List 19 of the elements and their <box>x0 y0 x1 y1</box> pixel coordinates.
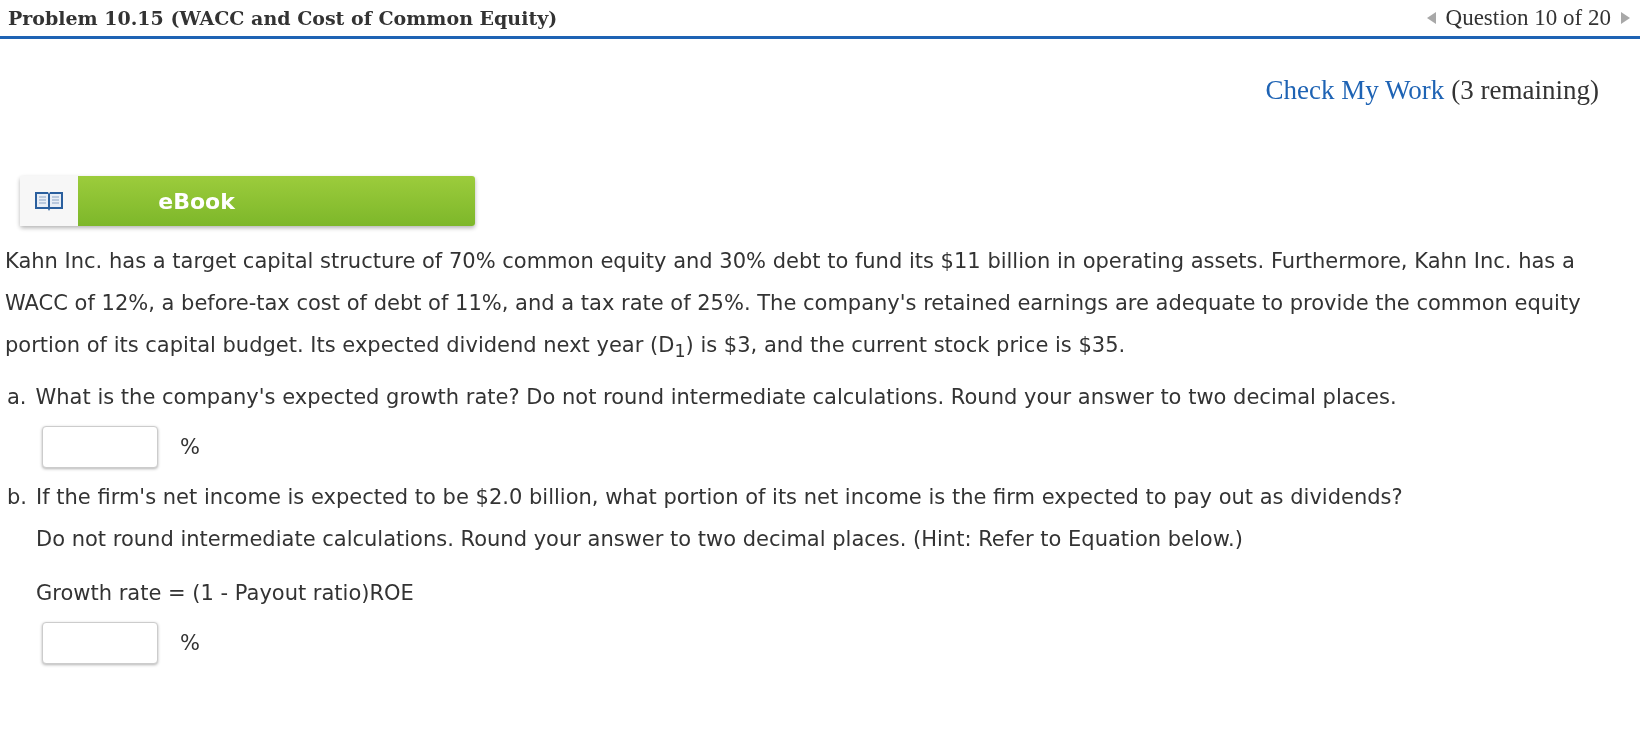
part-letter: a. <box>7 384 27 412</box>
question-position: Question 10 of 20 <box>1445 5 1611 31</box>
percent-unit: % <box>180 435 200 460</box>
problem-text: Kahn Inc. has a target capital structure of 70% common equity and 30% debt to fund its $11 billion in operating assets. Furthermore, Kahn Inc. has a WACC of 12%, a before-tax cost of debt of 11%, and a tax rate of 25%. The company's retained earnings are adequate to provide the common equity portion of its capital budget. Its expected dividend next year (D$_{1}$) is $3, and the current stock price is $35. <box>5 248 1582 364</box>
next-icon[interactable] <box>1621 12 1630 24</box>
question-text: If the firm's net income is expected to be $2.0 billion, what portion of its net income is the firm expected to pay out as dividends? <box>36 484 1403 512</box>
open-book-icon <box>34 189 64 213</box>
answer-field[interactable] <box>42 426 158 469</box>
problem-title: Problem 10.15 (WACC and Cost of Common Equity) <box>8 7 558 29</box>
question-text: Growth rate = (1 - Payout ratio)ROE <box>36 580 415 608</box>
answer-field[interactable] <box>42 622 158 665</box>
check-my-work-link[interactable]: Check My Work <box>1265 75 1445 106</box>
remaining-count: (3 remaining) <box>1451 75 1599 106</box>
ebook-icon-tile[interactable] <box>20 176 78 226</box>
percent-unit: % <box>180 631 200 656</box>
previous-icon[interactable] <box>1426 12 1436 24</box>
part-letter: b. <box>7 484 27 512</box>
question-text: What is the company's expected growth rate? Do not round intermediate calculations. Round your answer to two decimal places. <box>35 384 1397 412</box>
question-text: Do not round intermediate calculations. Round your answer to two decimal places. (Hint: Refer to Equation below.) <box>36 526 1244 554</box>
